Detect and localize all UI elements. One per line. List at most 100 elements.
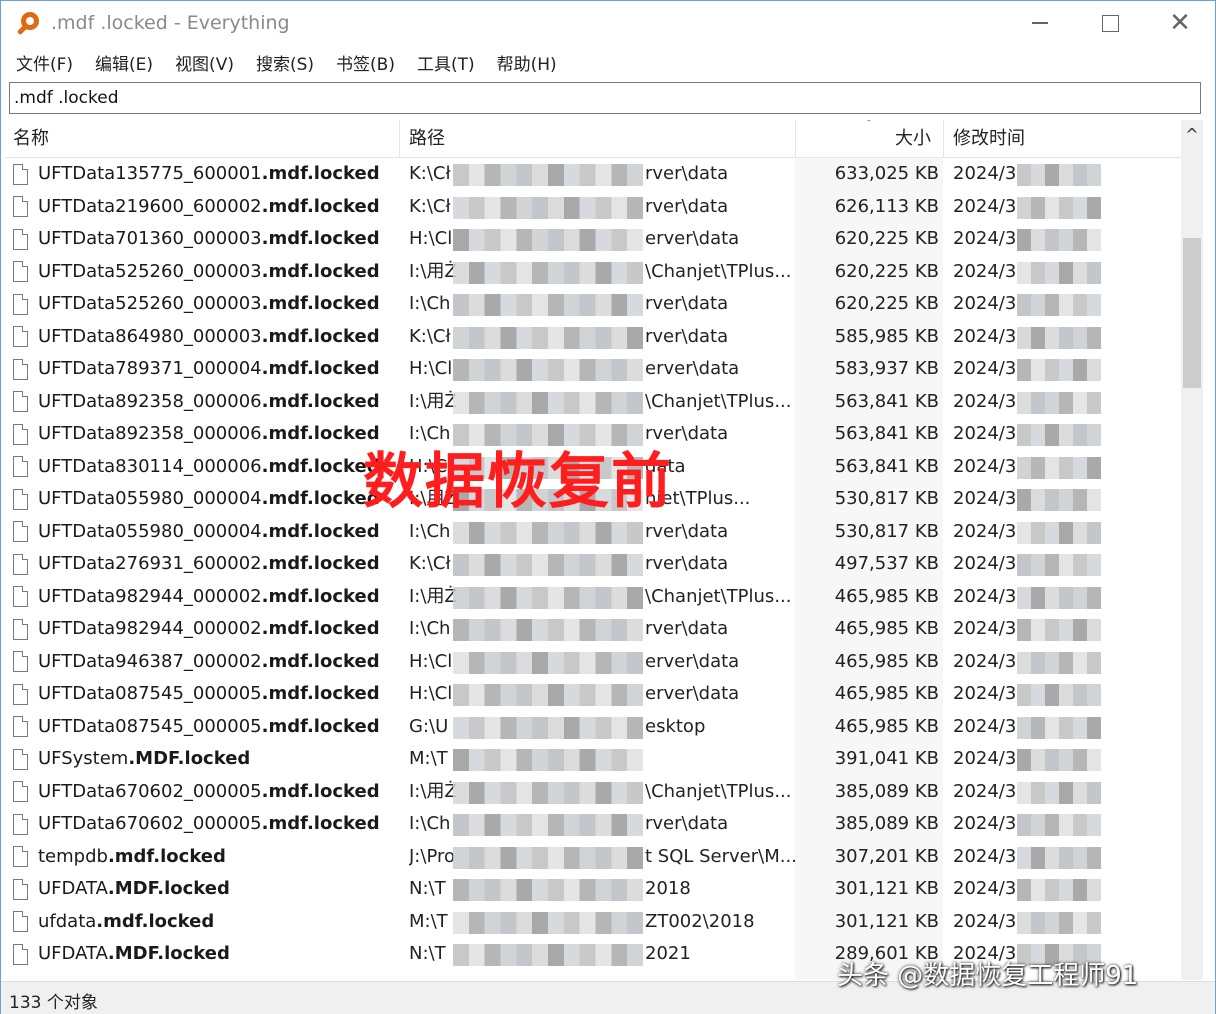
menu-search[interactable]: 搜索(S) — [245, 50, 325, 75]
menu-help[interactable]: 帮助(H) — [486, 50, 568, 75]
menu-tools[interactable]: 工具(T) — [406, 50, 486, 75]
file-name-base: UFTData087545_000005 — [38, 715, 262, 737]
table-row[interactable]: UFTData135775_600001 .mdf.locked K:\Cł rver… — [5, 158, 1181, 191]
redacted-mosaic — [1017, 651, 1101, 674]
modified-date-cell: 2024/3 — [953, 776, 1173, 808]
file-icon — [13, 553, 28, 575]
date-visible: 2024/3 — [953, 325, 1017, 347]
file-name-base: UFTData982944_000002 — [38, 618, 262, 639]
date-visible: 2024/3 — [953, 715, 1017, 737]
path-end: rver\data — [645, 163, 729, 184]
date-visible: 2024/3 — [953, 878, 1017, 899]
file-path-cell: J:\Pro t SQL Server\M... — [409, 841, 799, 873]
table-row[interactable]: UFTData276931_600002 .mdf.locked K:\Cł rver… — [5, 548, 1181, 581]
magnifier-app-icon — [16, 10, 43, 36]
table-row[interactable]: UFTData864980_000003 .mdf.locked K:\Cł rver… — [5, 321, 1181, 354]
table-row[interactable]: UFTData982944_000002 .mdf.locked I:\Ch rver… — [5, 613, 1181, 646]
path-start: G:\U — [409, 715, 449, 737]
file-name-base: UFTData864980_000003 — [38, 325, 262, 347]
modified-date-cell: 2024/3 — [953, 386, 1173, 418]
menu-file[interactable]: 文件(F) — [5, 50, 84, 75]
path-end: esktop — [645, 715, 706, 737]
path-start: I:\用Ż — [409, 260, 457, 282]
table-row[interactable]: UFTData525260_000003 .mdf.locked I:\Ch rver… — [5, 288, 1181, 321]
file-name-base: UFTData525260_000003 — [38, 260, 262, 282]
file-name-cell: UFTData789371_000004 .mdf.locked — [13, 353, 393, 385]
file-icon — [13, 488, 28, 510]
file-name-base: UFTData087545_000005 — [38, 683, 262, 704]
column-header-size[interactable]: 大小 — [895, 120, 931, 158]
redacted-mosaic — [453, 911, 643, 934]
path-end: erver\data — [645, 228, 740, 249]
minimize-button[interactable] — [1005, 1, 1075, 45]
file-size-cell: 633,025 KB — [834, 163, 939, 184]
menu-edit[interactable]: 编辑(E) — [84, 50, 164, 75]
table-row[interactable]: UFTData087545_000005 .mdf.locked G:\U eskto… — [5, 711, 1181, 744]
date-visible: 2024/3 — [953, 520, 1017, 542]
table-row[interactable]: ufdata .mdf.locked M:\T ZT002\2018 301,121 K… — [5, 906, 1181, 939]
redacted-mosaic — [1017, 521, 1101, 544]
path-end: rver\data — [645, 618, 729, 639]
table-row[interactable]: UFTData701360_000003 .mdf.locked H:\Cl erve… — [5, 223, 1181, 256]
file-size-cell: 563,841 KB — [834, 423, 939, 444]
column-divider[interactable] — [399, 120, 400, 158]
vertical-scrollbar[interactable]: ^ — [1181, 120, 1203, 980]
column-divider[interactable] — [943, 120, 944, 158]
table-row[interactable]: UFTData087545_000005 .mdf.locked H:\Cl erve… — [5, 678, 1181, 711]
path-start: I:\用Ż — [409, 390, 457, 412]
table-row[interactable]: UFTData670602_000005 .mdf.locked I:\Ch rver… — [5, 808, 1181, 841]
redacted-mosaic — [453, 619, 643, 641]
file-name-match: .mdf.locked — [107, 845, 226, 867]
table-row[interactable]: UFTData055980_000004 .mdf.locked I:\Ch rver… — [5, 516, 1181, 549]
path-start: K:\Cł — [409, 325, 451, 347]
watermark-text: 头条 @数据恢复工程师91 — [837, 961, 1139, 991]
column-header-name[interactable]: 名称 — [13, 120, 49, 158]
scroll-thumb[interactable] — [1183, 238, 1201, 388]
table-row[interactable]: UFTData670602_000005 .mdf.locked I:\用Ż \Cha… — [5, 776, 1181, 809]
table-row[interactable]: UFTData946387_000002 .mdf.locked H:\Cl erve… — [5, 646, 1181, 679]
file-name-match: .mdf.locked — [261, 585, 380, 607]
close-button[interactable]: ✕ — [1145, 1, 1215, 45]
table-row[interactable]: tempdb .mdf.locked J:\Pro t SQL Server\M...… — [5, 841, 1181, 874]
file-name-cell: tempdb .mdf.locked — [13, 841, 393, 873]
redacted-mosaic — [453, 359, 643, 381]
table-row[interactable]: UFSystem .MDF.locked M:\T 391,041 KB 2024/3 — [5, 743, 1181, 776]
title-bar[interactable]: .mdf .locked - Everything ✕ — [1, 1, 1215, 45]
date-visible: 2024/3 — [953, 683, 1017, 704]
search-input[interactable]: .mdf .locked — [9, 82, 1201, 114]
redacted-mosaic — [453, 391, 643, 414]
menu-view[interactable]: 视图(V) — [164, 50, 245, 75]
file-name-cell: UFTData525260_000003 .mdf.locked — [13, 288, 393, 320]
table-row[interactable]: UFTData219600_600002 .mdf.locked K:\Cł rver… — [5, 191, 1181, 224]
path-start: I:\Ch — [409, 813, 451, 834]
file-size-cell: 530,817 KB — [834, 520, 939, 542]
file-name-cell: UFTData219600_600002 .mdf.locked — [13, 191, 393, 223]
file-size-cell: 301,121 KB — [834, 910, 939, 932]
table-row[interactable]: UFDATA .MDF.locked N:\T 2018 301,121 KB 2024/… — [5, 873, 1181, 906]
modified-date-cell: 2024/3 — [953, 256, 1173, 288]
path-start: H:\Cl — [409, 228, 453, 249]
date-visible: 2024/3 — [953, 553, 1017, 574]
column-header-modified[interactable]: 修改时间 — [953, 120, 1025, 158]
table-row[interactable]: UFTData982944_000002 .mdf.locked I:\用Ż \Cha… — [5, 581, 1181, 614]
maximize-button[interactable] — [1075, 1, 1145, 45]
column-divider[interactable] — [795, 120, 796, 158]
column-header-path[interactable]: 路径 — [409, 120, 445, 158]
file-icon — [13, 943, 28, 965]
path-end: \Chanjet\TPlus... — [645, 780, 792, 802]
redacted-mosaic — [453, 554, 643, 576]
redacted-mosaic — [453, 164, 643, 186]
menu-bookmarks[interactable]: 书签(B) — [325, 50, 406, 75]
scroll-up-icon[interactable]: ^ — [1181, 120, 1203, 150]
table-row[interactable]: UFTData525260_000003 .mdf.locked I:\用Ż \Cha… — [5, 256, 1181, 289]
path-end: rver\data — [645, 553, 729, 574]
table-row[interactable]: UFTData789371_000004 .mdf.locked H:\Cl erve… — [5, 353, 1181, 386]
table-row[interactable]: UFTData892358_000006 .mdf.locked I:\用Ż \Cha… — [5, 386, 1181, 419]
file-size-cell: 583,937 KB — [834, 358, 939, 379]
file-size-cell: 301,121 KB — [834, 878, 939, 899]
file-name-cell: UFDATA .MDF.locked — [13, 873, 393, 905]
file-size-cell: 563,841 KB — [834, 390, 939, 412]
redacted-mosaic — [1017, 294, 1101, 316]
file-size-cell: 307,201 KB — [834, 845, 939, 867]
file-name-match: .mdf.locked — [261, 455, 380, 477]
